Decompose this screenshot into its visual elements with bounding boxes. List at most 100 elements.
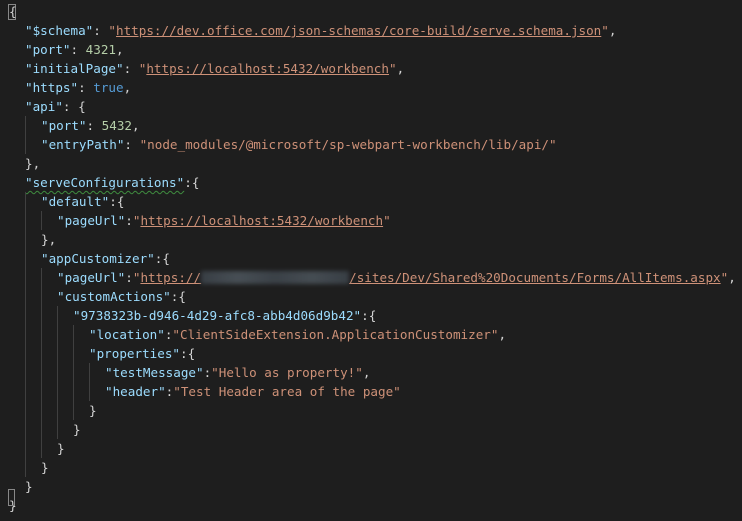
code-token: } [89,403,97,418]
indent-guide [9,382,25,401]
code-token[interactable]: /sites/Dev/Shared%20Documents/Forms/AllI… [349,270,721,285]
indent-guide [73,382,89,401]
code-token: "node_modules/@microsoft/sp-webpart-work… [139,137,557,152]
code-token: :{ [154,251,170,266]
indent-guide [9,363,25,382]
indent-guide [9,287,25,306]
code-line[interactable]: "pageUrl":"https:///sites/Dev/Shared%20D… [9,268,736,287]
code-token[interactable]: https://localhost:5432/workbench [140,213,383,228]
indent-guide [73,401,89,420]
code-line[interactable]: "pageUrl": "https://localhost:5432/workbe… [9,211,736,230]
code-line[interactable]: } [9,439,736,458]
code-line[interactable]: }, [9,230,736,249]
code-token: "$schema" [25,23,94,38]
code-token: "initialPage" [25,61,124,76]
indent-guide [9,439,25,458]
code-line[interactable]: "serveConfigurations":{ [9,173,736,192]
indent-guide [41,306,57,325]
code-line[interactable]: } [9,496,736,515]
code-token[interactable]: https://dev.office.com/json-schemas/core… [116,23,601,38]
code-token: "port" [25,42,71,57]
indent-guide [25,439,41,458]
code-line[interactable]: "location":"ClientSideExtension.Applicat… [9,325,736,344]
code-line[interactable]: { [9,2,736,21]
code-token: : [93,23,109,38]
code-line[interactable]: "header":"Test Header area of the page" [9,382,736,401]
code-token: "customActions" [57,289,171,304]
code-line[interactable]: "9738323b-d946-4d29-afc8-abb4d06d9b42":{ [9,306,736,325]
code-line[interactable]: "port": 5432, [9,116,736,135]
indent-guide [25,230,41,249]
indent-guide [57,344,73,363]
code-token: : [125,270,133,285]
code-token[interactable]: https:// [140,270,201,285]
code-token: " [108,23,117,38]
code-token: }, [25,156,41,171]
indent-guide [9,192,25,211]
indent-guide [9,230,25,249]
code-token: , [396,61,405,76]
code-editor[interactable]: {"$schema": "https://dev.office.com/json… [0,0,742,521]
indent-guide [9,420,25,439]
code-line[interactable]: } [9,420,736,439]
text-cursor [8,489,15,506]
indent-guide [57,306,73,325]
indent-guide [41,439,57,458]
code-token: , [132,118,140,133]
indent-guide [9,249,25,268]
code-token: "pageUrl" [57,270,126,285]
code-line[interactable]: } [9,477,736,496]
code-line[interactable]: "appCustomizer":{ [9,249,736,268]
code-lines[interactable]: {"$schema": "https://dev.office.com/json… [9,2,736,515]
code-token: " [383,213,391,228]
code-line[interactable]: }, [9,154,736,173]
indent-guide [41,363,57,382]
code-token: "header" [105,384,166,399]
indent-guide [9,458,25,477]
indent-guide [89,363,105,382]
indent-guide [25,401,41,420]
code-line[interactable]: "properties":{ [9,344,736,363]
code-line[interactable]: } [9,401,736,420]
code-token: , [728,270,736,285]
indent-guide [57,382,73,401]
code-token: "entryPath" [41,137,125,152]
code-line[interactable]: "customActions":{ [9,287,736,306]
code-token: } [41,460,49,475]
code-line[interactable]: "port": 4321, [9,40,736,59]
code-token: "Test Header area of the page" [173,384,401,399]
code-line[interactable]: "api": { [9,97,736,116]
code-token: :{ [180,346,196,361]
code-token: : [123,61,139,76]
indent-guide [9,135,25,154]
indent-guide [25,192,41,211]
indent-guide [9,268,25,287]
code-token: : [70,42,86,57]
code-token[interactable]: https://localhost:5432/workbench [146,61,389,76]
code-token: "testMessage" [105,365,204,380]
code-line[interactable]: } [9,458,736,477]
code-token: , [608,23,617,38]
code-line[interactable]: "https": true, [9,78,736,97]
indent-guide [9,173,25,192]
code-line[interactable]: "default":{ [9,192,736,211]
code-token: "properties" [89,346,180,361]
code-line[interactable]: "$schema": "https://dev.office.com/json-… [9,21,736,40]
code-token: } [57,441,65,456]
indent-guide [9,21,25,40]
indent-guide [9,211,25,230]
indent-guide [41,211,57,230]
code-token: "port" [41,118,87,133]
code-line[interactable]: "entryPath": "node_modules/@microsoft/sp… [9,135,736,154]
indent-guide [9,325,25,344]
indent-guide [9,40,25,59]
code-token: : [125,213,133,228]
code-line[interactable]: "testMessage":"Hello as property!", [9,363,736,382]
code-token: : [78,80,94,95]
indent-guide [57,363,73,382]
indent-guide [9,154,25,173]
code-token: "pageUrl" [57,213,126,228]
code-line[interactable]: "initialPage": "https://localhost:5432/w… [9,59,736,78]
code-token: "appCustomizer" [41,251,155,266]
indent-guide [25,458,41,477]
